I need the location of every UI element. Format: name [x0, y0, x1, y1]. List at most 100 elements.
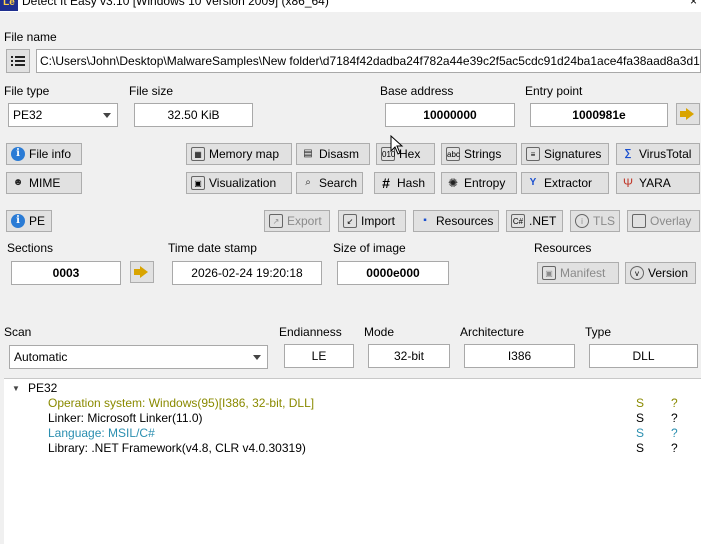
menu-button[interactable]: [6, 49, 30, 73]
yara-icon: Ψ: [622, 176, 634, 190]
entropy-icon: ✺: [447, 176, 459, 190]
result-row-linker[interactable]: Linker: Microsoft Linker(11.0): [48, 411, 203, 425]
resources-section-label: Resources: [534, 241, 592, 255]
expand-chevron-icon[interactable]: ▼: [12, 384, 20, 393]
tree-root-pe32[interactable]: PE32: [28, 381, 57, 395]
timestamp-label: Time date stamp: [168, 241, 257, 255]
strings-icon: abc: [446, 147, 460, 161]
entropy-button[interactable]: ✺ Entropy: [441, 172, 517, 194]
disasm-label: Disasm: [319, 147, 360, 161]
endianness-field: LE: [284, 344, 354, 368]
result-row-library-info[interactable]: ?: [671, 441, 678, 455]
scan-value: Automatic: [14, 350, 68, 364]
architecture-field: I386: [464, 344, 575, 368]
memory-map-button[interactable]: ▦ Memory map: [186, 143, 292, 165]
file-path-field[interactable]: C:\Users\John\Desktop\MalwareSamples\New…: [36, 49, 701, 73]
result-row-library[interactable]: Library: .NET Framework(v4.8, CLR v4.0.3…: [48, 441, 306, 455]
overlay-button[interactable]: Overlay: [627, 210, 700, 232]
strings-button[interactable]: abc Strings: [441, 143, 517, 165]
result-row-linker-info[interactable]: ?: [671, 411, 678, 425]
result-row-os-s[interactable]: S: [636, 396, 644, 410]
export-label: Export: [287, 214, 322, 228]
entry-point-field[interactable]: 1000981e: [530, 103, 668, 127]
mouse-cursor-icon: [390, 135, 404, 155]
app-logo-icon: Le: [0, 0, 18, 11]
virustotal-button[interactable]: ∑ VirusTotal: [616, 143, 700, 165]
yara-button[interactable]: Ψ YARA: [616, 172, 700, 194]
signatures-icon: ≡: [526, 147, 540, 161]
memory-map-icon: ▦: [191, 147, 205, 161]
resources-button[interactable]: ▪ Resources: [413, 210, 499, 232]
extractor-button[interactable]: Y Extractor: [521, 172, 609, 194]
sections-field[interactable]: 0003: [11, 261, 121, 285]
arrow-right-icon: [680, 108, 694, 120]
hex-button[interactable]: 010 Hex: [376, 143, 435, 165]
disasm-button[interactable]: ▤ Disasm: [296, 143, 370, 165]
result-row-library-s[interactable]: S: [636, 441, 644, 455]
yara-label: YARA: [639, 176, 671, 190]
result-row-language-s[interactable]: S: [636, 426, 644, 440]
manifest-button[interactable]: ▣ Manifest: [537, 262, 619, 284]
disasm-icon: ▤: [303, 148, 313, 159]
extractor-icon: Y: [529, 177, 537, 188]
signatures-button[interactable]: ≡ Signatures: [521, 143, 609, 165]
extractor-label: Extractor: [544, 176, 593, 190]
result-row-os-info[interactable]: ?: [671, 396, 678, 410]
import-label: Import: [361, 214, 396, 228]
signatures-label: Signatures: [544, 147, 602, 161]
version-label: Version: [648, 266, 689, 280]
arrow-right-icon: [134, 266, 148, 278]
visualization-icon: ▣: [191, 176, 205, 190]
chevron-down-icon: [103, 113, 111, 118]
size-of-image-label: Size of image: [333, 241, 406, 255]
entry-point-follow-button[interactable]: [676, 103, 700, 125]
visualization-button[interactable]: ▣ Visualization: [186, 172, 292, 194]
search-button[interactable]: ⌕ Search: [296, 172, 363, 194]
tls-label: TLS: [593, 214, 616, 228]
title-bar: Le Detect It Easy v3.10 [Windows 10 Vers…: [0, 0, 701, 12]
overlay-icon: [632, 214, 646, 228]
window-title: Detect It Easy v3.10 [Windows 10 Version…: [22, 0, 329, 8]
sections-follow-button[interactable]: [130, 261, 154, 283]
file-size-label: File size: [129, 84, 174, 98]
memory-map-label: Memory map: [209, 147, 280, 161]
import-button[interactable]: ↙ Import: [338, 210, 406, 232]
results-tree[interactable]: ▼ PE32 Operation system: Windows(95)[I38…: [4, 378, 701, 544]
export-button[interactable]: ↗ Export: [264, 210, 330, 232]
file-type-select[interactable]: PE32: [8, 103, 118, 127]
file-info-button[interactable]: i File info: [6, 143, 82, 165]
scan-select[interactable]: Automatic: [9, 345, 268, 369]
import-icon: ↙: [343, 214, 357, 228]
result-row-language-info[interactable]: ?: [671, 426, 678, 440]
info-icon: i: [575, 214, 589, 228]
type-field: DLL: [589, 344, 698, 368]
version-button[interactable]: v Version: [625, 262, 696, 284]
sections-label: Sections: [7, 241, 54, 255]
close-window-button[interactable]: ×: [690, 0, 697, 8]
export-icon: ↗: [269, 214, 283, 228]
result-row-language[interactable]: Language: MSIL/C#: [48, 426, 155, 440]
tls-button[interactable]: i TLS: [570, 210, 620, 232]
file-size-field: 32.50 KiB: [134, 103, 253, 127]
base-address-field[interactable]: 10000000: [385, 103, 515, 127]
overlay-label: Overlay: [650, 214, 692, 228]
hash-button[interactable]: # Hash: [374, 172, 435, 194]
mime-icon: ☻: [12, 177, 24, 188]
csharp-icon: C#: [511, 214, 525, 228]
architecture-label: Architecture: [460, 325, 525, 339]
result-row-linker-s[interactable]: S: [636, 411, 644, 425]
hash-label: Hash: [397, 176, 426, 190]
manifest-icon: ▣: [542, 266, 556, 280]
menu-icon: [11, 56, 25, 66]
pe-button[interactable]: i PE: [6, 210, 52, 232]
base-address-label: Base address: [380, 84, 454, 98]
endianness-label: Endianness: [279, 325, 342, 339]
mime-button[interactable]: ☻ MIME: [6, 172, 82, 194]
file-info-label: File info: [29, 147, 72, 161]
file-type-label: File type: [4, 84, 50, 98]
virustotal-label: VirusTotal: [639, 147, 692, 161]
virustotal-icon: ∑: [624, 148, 632, 159]
resources-icon: ▪: [423, 215, 427, 226]
dotnet-button[interactable]: C# .NET: [506, 210, 563, 232]
result-row-os[interactable]: Operation system: Windows(95)[I386, 32-b…: [48, 396, 314, 410]
